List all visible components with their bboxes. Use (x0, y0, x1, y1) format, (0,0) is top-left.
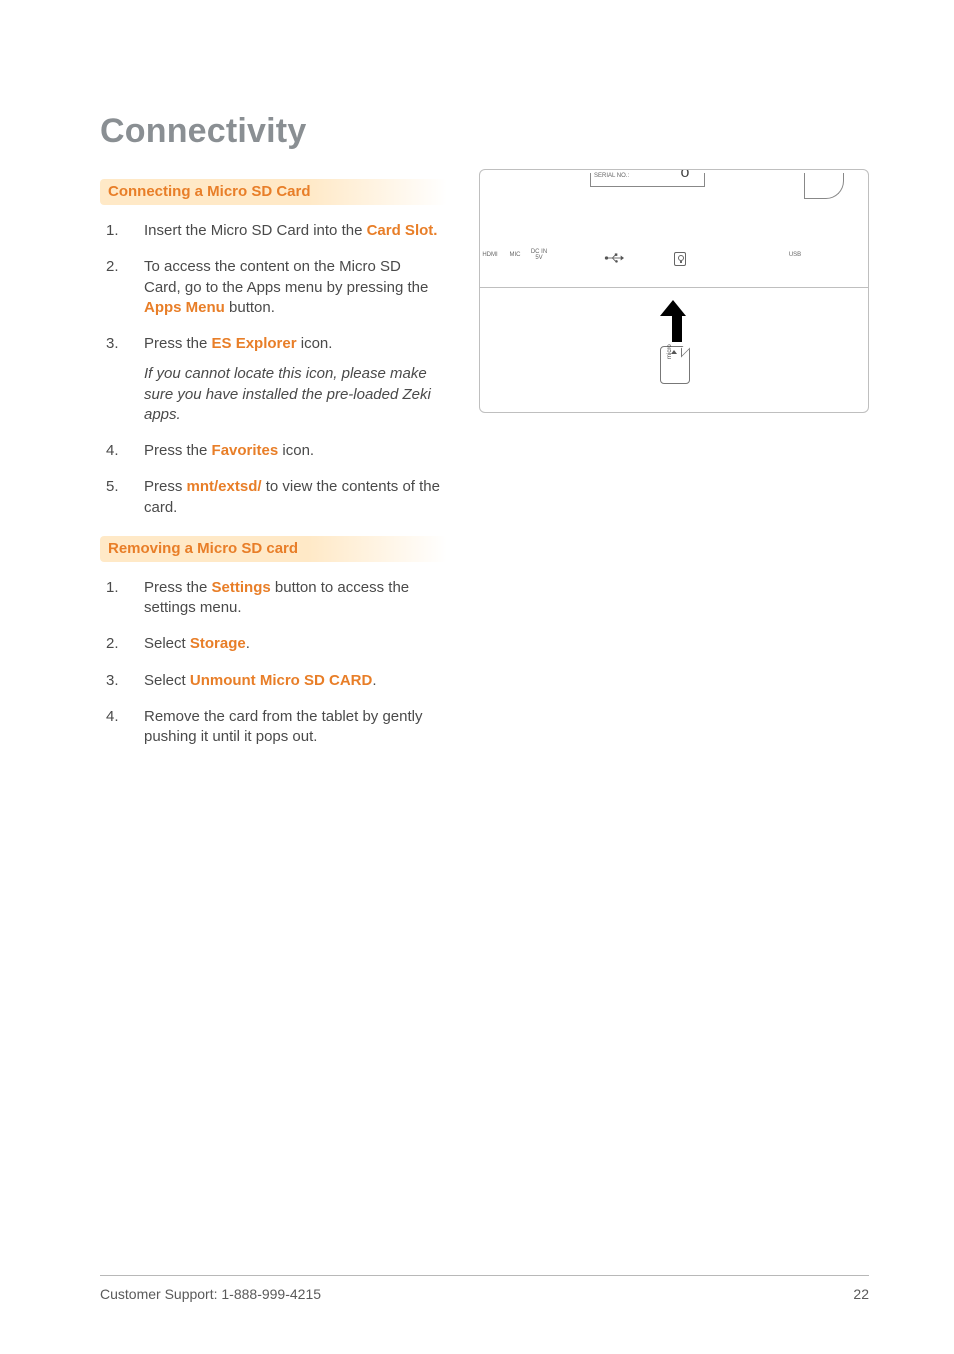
steps-removing: 1. Press the Settings button to access t… (100, 570, 447, 756)
micro-sd-card-icon: micro (660, 346, 690, 384)
keyword: Unmount Micro SD CARD (190, 672, 373, 689)
camera-icon (674, 252, 686, 266)
keyword: mnt/extsd/ (187, 478, 262, 495)
step-item: 2. Select Storage. (100, 626, 447, 662)
step-item: 2. To access the content on the Micro SD… (100, 249, 447, 326)
step-number: 4. (106, 707, 124, 748)
step-number: 1. (106, 578, 124, 619)
section-header-text: Connecting a Micro SD Card (108, 183, 311, 200)
section-header-text: Removing a Micro SD card (108, 540, 298, 557)
step-text: Select Unmount Micro SD CARD. (144, 671, 441, 691)
step-number: 5. (106, 477, 124, 518)
step-item: 4. Press the Favorites icon. (100, 433, 447, 469)
page-title: Connectivity (100, 112, 869, 151)
steps-connecting: 1. Insert the Micro SD Card into the Car… (100, 213, 447, 526)
step-note: If you cannot locate this icon, please m… (144, 364, 441, 425)
section-header-removing: Removing a Micro SD card (100, 536, 447, 562)
step-number: 3. (106, 671, 124, 691)
step-item: 1. Insert the Micro SD Card into the Car… (100, 213, 447, 249)
step-number: 2. (106, 634, 124, 654)
footer-page-number: 22 (853, 1286, 869, 1302)
step-item: 5. Press mnt/extsd/ to view the contents… (100, 469, 447, 526)
step-text: Remove the card from the tablet by gentl… (144, 707, 441, 748)
page-footer: Customer Support: 1-888-999-4215 22 (100, 1275, 869, 1302)
step-text: Press the ES Explorer icon. If you canno… (144, 334, 441, 425)
keyword: Favorites (212, 442, 279, 459)
step-number: 2. (106, 257, 124, 318)
step-text: Select Storage. (144, 634, 441, 654)
mic-label: MIC (504, 252, 526, 258)
card-text: micro (667, 344, 673, 359)
usb-icon (604, 253, 624, 263)
step-item: 3. Select Unmount Micro SD CARD. (100, 663, 447, 699)
usb-label: USB (780, 252, 810, 258)
step-text: Press mnt/extsd/ to view the contents of… (144, 477, 441, 518)
step-item: 4. Remove the card from the tablet by ge… (100, 699, 447, 756)
dcin-label: DC IN5V (524, 249, 554, 261)
keyword: Apps Menu (144, 299, 225, 316)
device-top-edge: SERIAL NO.: Ro HDMI MIC DC IN5V USB (480, 170, 868, 288)
device-diagram: SERIAL NO.: Ro HDMI MIC DC IN5V USB (479, 169, 869, 413)
left-column: Connecting a Micro SD Card 1. Insert the… (100, 169, 447, 763)
step-text: Press the Settings button to access the … (144, 578, 441, 619)
right-column: SERIAL NO.: Ro HDMI MIC DC IN5V USB (479, 169, 869, 763)
keyword: ES Explorer (212, 335, 297, 352)
reset-label: Ro (670, 169, 700, 182)
keyword: Card Slot. (367, 222, 438, 239)
keyword: Storage (190, 635, 246, 652)
device-corner-icon (804, 173, 844, 199)
step-text: Press the Favorites icon. (144, 441, 441, 461)
step-item: 3. Press the ES Explorer icon. If you ca… (100, 326, 447, 433)
insert-arrow-icon (668, 300, 686, 342)
keyword: Settings (212, 579, 271, 596)
step-number: 4. (106, 441, 124, 461)
step-text: Insert the Micro SD Card into the Card S… (144, 221, 441, 241)
step-text: To access the content on the Micro SD Ca… (144, 257, 441, 318)
step-number: 1. (106, 221, 124, 241)
step-item: 1. Press the Settings button to access t… (100, 570, 447, 627)
step-number: 3. (106, 334, 124, 425)
footer-support: Customer Support: 1-888-999-4215 (100, 1286, 321, 1302)
hdmi-label: HDMI (479, 252, 502, 258)
section-header-connecting: Connecting a Micro SD Card (100, 179, 447, 205)
